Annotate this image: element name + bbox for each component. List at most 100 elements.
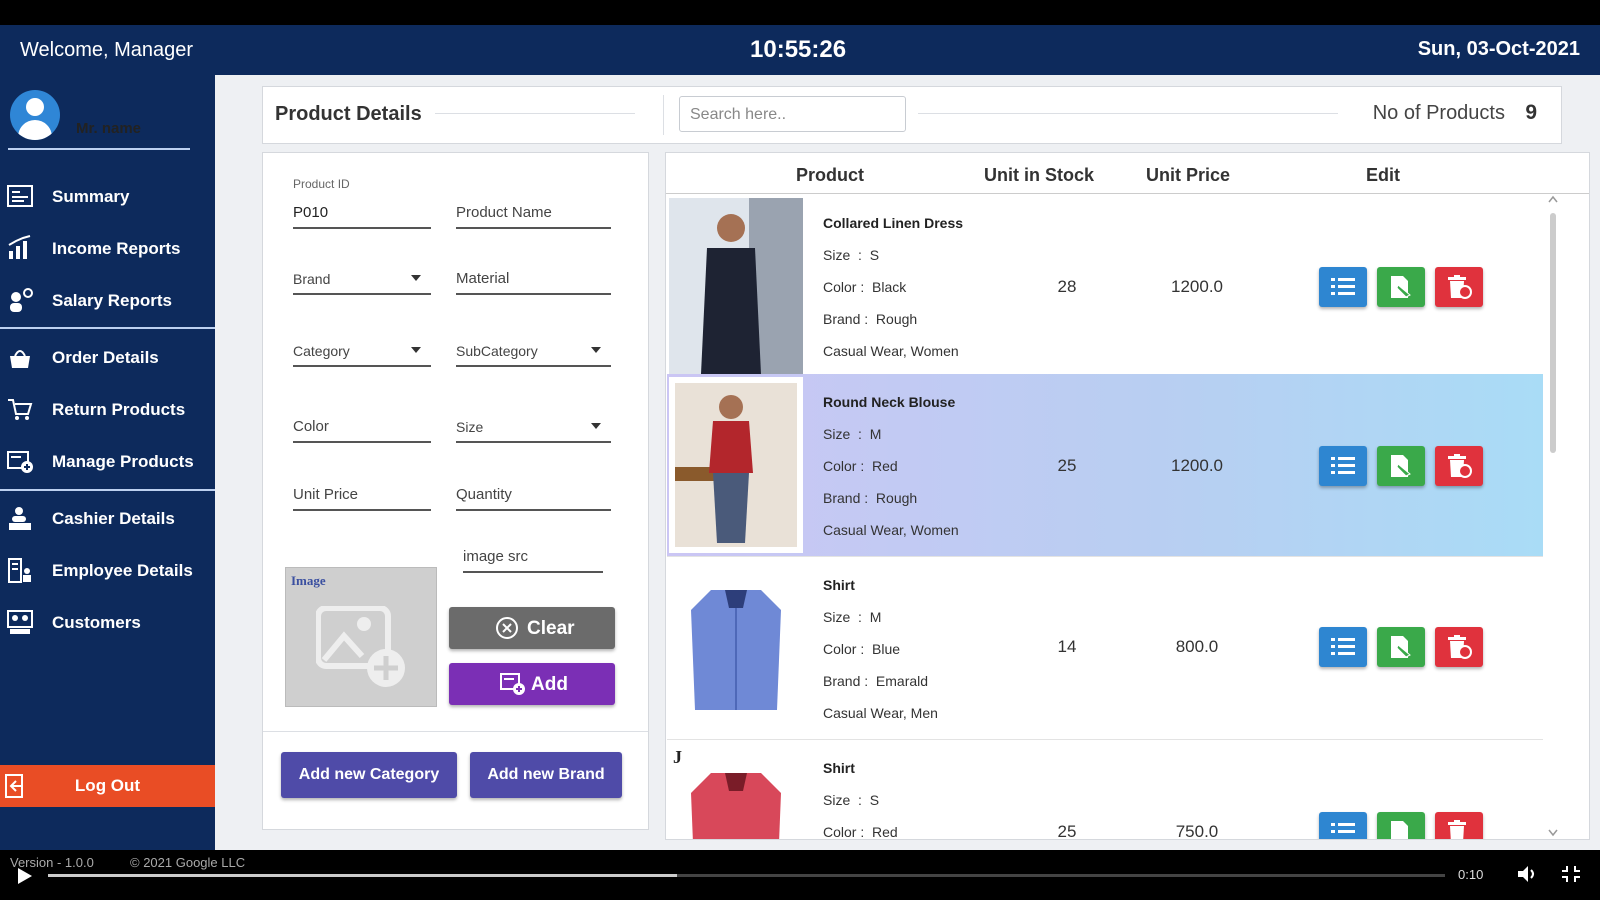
unit-in-stock: 28 [1057, 277, 1077, 296]
sidebar-item-salary-reports[interactable]: Salary Reports [0, 279, 215, 323]
unit-in-stock: 25 [1057, 456, 1077, 475]
add-new-brand-button[interactable]: Add new Brand [470, 752, 622, 798]
exit-fullscreen-icon[interactable] [1560, 864, 1582, 884]
column-header-price: Unit Price [1146, 165, 1231, 185]
product-table: Product Unit in Stock Unit Price Edit Co… [665, 152, 1590, 840]
add-button[interactable]: Add [449, 663, 615, 705]
add-new-category-button[interactable]: Add new Category [281, 752, 457, 798]
brand-select[interactable]: Brand [293, 253, 431, 295]
play-icon[interactable] [16, 866, 34, 886]
sidebar-item-label: Return Products [52, 400, 186, 419]
sidebar-item-order-details[interactable]: Order Details [0, 336, 215, 380]
sidebar-item-summary[interactable]: Summary [0, 175, 215, 219]
volume-icon[interactable] [1516, 864, 1538, 884]
delete-button[interactable] [1435, 446, 1483, 486]
progress-bar[interactable] [48, 874, 1445, 877]
add-product-icon [500, 673, 525, 695]
table-row[interactable]: J Shirt Size : S Color : Red 25 750.0 [667, 740, 1543, 840]
delete-button[interactable] [1435, 267, 1483, 307]
table-row[interactable]: Shirt Size : M Color : Blue Brand : Emar… [667, 557, 1543, 740]
image-label: Image [291, 573, 326, 588]
image-src-field[interactable]: image src [463, 531, 603, 573]
divider [663, 95, 664, 135]
sidebar-item-manage-products[interactable]: Manage Products [0, 440, 215, 484]
search-input[interactable]: Search here.. [679, 96, 906, 132]
sidebar-item-label: Order Details [52, 348, 159, 367]
view-button[interactable] [1319, 446, 1367, 486]
image-preview[interactable]: Image [285, 567, 437, 707]
sidebar-item-employee-details[interactable]: Employee Details [0, 549, 215, 593]
unit-price: 750.0 [1175, 822, 1219, 840]
edit-document-icon [1391, 455, 1411, 477]
quantity-field[interactable]: Quantity [456, 469, 611, 511]
sidebar-item-customers[interactable]: Customers [0, 601, 215, 645]
product-name: Shirt [823, 760, 855, 776]
unit-in-stock: 14 [1057, 637, 1077, 656]
product-name-field[interactable]: Product Name [456, 177, 611, 229]
edit-button[interactable] [1377, 627, 1425, 667]
category-placeholder: Category [293, 343, 350, 359]
sidebar-divider [0, 327, 215, 329]
view-button[interactable] [1319, 627, 1367, 667]
category-select[interactable]: Category [293, 325, 431, 367]
summary-icon [7, 185, 33, 207]
scrollbar-thumb[interactable] [1550, 213, 1556, 453]
table-row[interactable]: Collared Linen Dress Size : S Color : Bl… [667, 195, 1543, 378]
edit-button[interactable] [1377, 446, 1425, 486]
trash-icon [1448, 820, 1466, 839]
unit-price-field[interactable]: Unit Price [293, 469, 431, 511]
sidebar-item-label: Cashier Details [52, 509, 175, 528]
clear-button[interactable]: Clear [449, 607, 615, 649]
salary-icon [10, 288, 33, 312]
trash-icon [1448, 454, 1472, 478]
table-row-selected[interactable]: Round Neck Blouse Size : M Color : Red B… [667, 374, 1543, 557]
view-button[interactable] [1319, 812, 1367, 839]
product-color: Color : Red [823, 458, 898, 474]
unit-in-stock: 25 [1057, 822, 1077, 840]
chevron-up-icon [1548, 195, 1558, 203]
edit-document-icon [1391, 276, 1411, 298]
edit-button[interactable] [1377, 812, 1425, 839]
divider [435, 113, 635, 114]
sidebar-item-label: Income Reports [52, 239, 181, 258]
view-button[interactable] [1319, 267, 1367, 307]
add-brand-label: Add new Brand [487, 766, 605, 783]
material-field[interactable]: Material [456, 253, 611, 295]
product-size: Size : M [823, 609, 882, 625]
welcome-text: Welcome, Manager [20, 39, 194, 61]
size-select[interactable]: Size [456, 401, 611, 443]
add-label: Add [531, 674, 568, 695]
sidebar-item-return-products[interactable]: Return Products [0, 388, 215, 432]
product-image [669, 560, 803, 736]
product-image [669, 377, 803, 553]
material-placeholder: Material [456, 270, 510, 287]
add-image-icon [316, 606, 405, 687]
column-header-product: Product [796, 165, 865, 185]
edit-document-icon [1391, 821, 1408, 839]
top-bar: Welcome, Manager 10:55:26 Sun, 03-Oct-20… [0, 25, 1600, 75]
product-image [669, 198, 803, 374]
sidebar-item-label: Manage Products [52, 452, 194, 471]
logout-button[interactable]: Log Out [0, 765, 215, 807]
user-name: Mr. name [76, 120, 142, 137]
sidebar: Mr. name Summary Income Reports Salary R… [0, 75, 215, 850]
brand-placeholder: Brand [293, 271, 331, 287]
subcategory-select[interactable]: SubCategory [456, 325, 611, 367]
color-field[interactable]: Color [293, 401, 431, 443]
sidebar-item-cashier-details[interactable]: Cashier Details [0, 497, 215, 541]
product-id-value: P010 [293, 204, 329, 221]
edit-button[interactable] [1377, 267, 1425, 307]
trash-icon [1448, 635, 1472, 659]
product-id-field[interactable]: Product ID P010 [293, 177, 431, 229]
list-icon [1331, 823, 1355, 833]
add-category-label: Add new Category [298, 766, 440, 783]
search-placeholder: Search here.. [690, 106, 787, 123]
column-header-edit: Edit [1366, 165, 1400, 185]
sidebar-divider [0, 489, 215, 491]
delete-button[interactable] [1435, 812, 1483, 839]
sidebar-item-label: Customers [52, 613, 141, 632]
video-player-bar: Version - 1.0.0 © 2021 Google LLC 0:10 [0, 850, 1600, 900]
delete-button[interactable] [1435, 627, 1483, 667]
sidebar-item-income-reports[interactable]: Income Reports [0, 227, 215, 271]
quantity-placeholder: Quantity [456, 486, 512, 503]
